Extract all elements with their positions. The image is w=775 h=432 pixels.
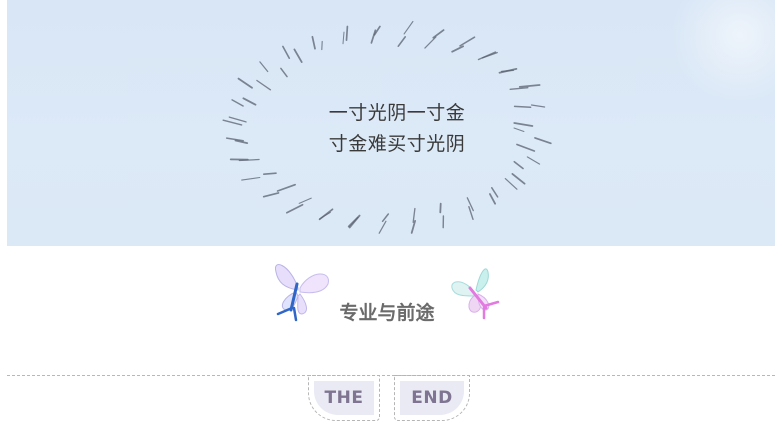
ring-tick xyxy=(228,116,247,123)
ring-tick xyxy=(489,193,496,205)
ring-tick xyxy=(347,216,359,228)
ring-tick xyxy=(534,137,552,145)
hero-banner: 一寸光阴一寸金 寸金难买寸光阴 xyxy=(7,0,775,246)
ring-tick xyxy=(381,213,390,223)
ring-tick xyxy=(530,104,546,108)
ring-tick xyxy=(318,208,334,221)
ring-tick xyxy=(459,36,476,47)
ring-tick xyxy=(311,35,316,50)
ring-tick xyxy=(378,220,387,234)
ring-tick xyxy=(298,197,312,204)
quote-line-2: 寸金难买寸光阴 xyxy=(328,133,466,155)
ring-tick xyxy=(280,67,288,78)
ring-tick xyxy=(259,61,269,73)
ring-tick xyxy=(276,183,296,192)
ring-tick xyxy=(222,119,243,126)
ring-tick xyxy=(432,29,445,39)
ring-tick xyxy=(500,69,515,73)
ring-tick xyxy=(403,20,414,35)
ring-tick xyxy=(282,45,291,60)
end-tag-label: END xyxy=(400,381,464,415)
ring-tick xyxy=(234,139,249,144)
the-tag: THE xyxy=(308,375,380,421)
ring-tick xyxy=(342,31,345,45)
ring-tick xyxy=(241,176,261,181)
ring-tick xyxy=(370,29,377,44)
end-tag: END xyxy=(394,375,470,421)
ring-tick xyxy=(511,173,526,185)
dashed-divider xyxy=(7,375,775,376)
ring-tick xyxy=(513,122,534,127)
ring-tick xyxy=(491,187,499,198)
ring-tick xyxy=(526,156,541,165)
ring-tick xyxy=(451,45,464,53)
quote-block: 一寸光阴一寸金 寸金难买寸光阴 xyxy=(277,98,517,160)
ring-tick xyxy=(237,77,253,89)
ring-tick xyxy=(518,84,541,88)
ring-tick xyxy=(242,97,257,106)
ring-tick xyxy=(516,143,536,152)
ring-tick xyxy=(262,172,277,176)
ring-tick xyxy=(477,51,497,61)
quote-line-1: 一寸光阴一寸金 xyxy=(328,102,466,124)
ring-tick xyxy=(231,99,244,107)
ring-tick xyxy=(504,177,518,190)
butterfly-icon xyxy=(451,268,500,320)
ring-tick xyxy=(285,203,304,214)
the-tag-label: THE xyxy=(314,381,374,415)
ring-tick xyxy=(345,25,349,42)
ring-tick xyxy=(424,36,437,49)
ring-tick xyxy=(513,105,532,109)
ring-tick xyxy=(256,79,272,91)
ring-tick xyxy=(397,36,407,48)
ring-tick xyxy=(293,48,303,63)
section-title: 专业与前途 xyxy=(339,302,435,324)
ring-tick xyxy=(513,160,524,170)
ring-tick xyxy=(509,87,529,90)
ring-tick xyxy=(262,192,280,198)
